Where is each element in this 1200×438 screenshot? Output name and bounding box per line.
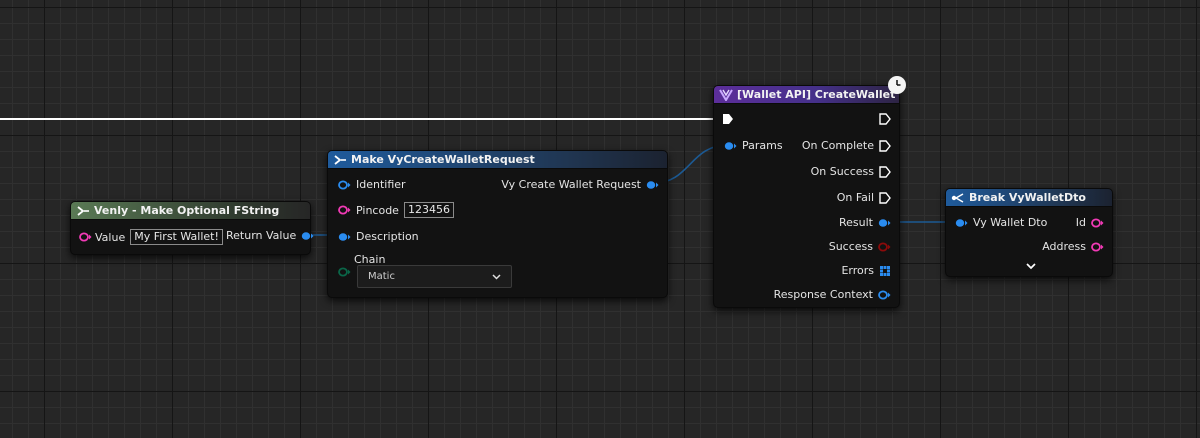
make-create-wallet-request-node[interactable]: Make VyCreateWalletRequest Identifier Pi… (327, 150, 668, 298)
pincode-text-field[interactable]: 123456 (403, 202, 454, 218)
function-icon (334, 154, 346, 165)
string-input-pin[interactable] (79, 232, 92, 242)
clock-icon (888, 76, 906, 94)
address-label: Address (1042, 240, 1086, 253)
return-value-label: Return Value (226, 229, 297, 242)
node-header[interactable]: Make VyCreateWalletRequest (328, 151, 667, 169)
response-context-label: Response Context (773, 288, 873, 301)
node-title: Make VyCreateWalletRequest (351, 153, 535, 166)
struct-input-pin[interactable] (955, 218, 968, 228)
struct-input-pin[interactable] (724, 141, 737, 151)
struct-input-pin[interactable] (338, 232, 351, 242)
on-fail-label: On Fail (836, 191, 874, 204)
chain-selected-value: Matic (368, 271, 395, 282)
node-title: Venly - Make Optional FString (94, 204, 280, 217)
bool-output-pin[interactable] (878, 242, 891, 252)
string-output-pin[interactable] (1091, 242, 1104, 252)
node-header[interactable]: [Wallet API] CreateWallet (714, 86, 899, 104)
node-title: Break VyWalletDto (969, 191, 1086, 204)
success-label: Success (828, 240, 873, 253)
chevron-down-icon (492, 273, 501, 280)
exec-input-pin[interactable] (722, 113, 734, 125)
exec-output-pin[interactable] (879, 139, 891, 152)
id-label: Id (1075, 216, 1086, 229)
node-header[interactable]: Venly - Make Optional FString (71, 202, 310, 220)
break-wallet-dto-node[interactable]: Break VyWalletDto Vy Wallet Dto Id Addre… (945, 188, 1113, 277)
break-struct-icon (951, 192, 964, 203)
identifier-label: Identifier (356, 178, 406, 191)
array-output-pin[interactable] (879, 265, 891, 277)
struct-input-pin[interactable] (338, 180, 351, 190)
struct-output-pin[interactable] (878, 290, 891, 300)
create-wallet-node[interactable]: [Wallet API] CreateWallet Params On Comp… (713, 85, 900, 308)
exec-output-pin[interactable] (879, 191, 891, 204)
venly-logo-icon (719, 88, 733, 101)
struct-output-pin[interactable] (301, 231, 314, 241)
chevron-down-icon[interactable] (1026, 263, 1036, 270)
string-input-pin[interactable] (338, 205, 351, 215)
exec-output-pin[interactable] (879, 113, 891, 125)
node-header[interactable]: Break VyWalletDto (946, 189, 1112, 207)
make-optional-fstring-node[interactable]: Venly - Make Optional FString Value My F… (70, 201, 314, 255)
on-complete-label: On Complete (801, 139, 874, 152)
clock-hands (896, 80, 901, 86)
value-label: Value (95, 230, 126, 244)
description-label: Description (356, 230, 419, 243)
function-icon (77, 205, 89, 216)
string-output-pin[interactable] (1091, 218, 1104, 228)
errors-label: Errors (841, 264, 874, 277)
result-label: Result (839, 216, 873, 229)
on-success-label: On Success (810, 165, 874, 178)
struct-output-pin[interactable] (878, 218, 891, 228)
struct-output-pin[interactable] (646, 180, 659, 190)
wallet-dto-label: Vy Wallet Dto (973, 216, 1048, 229)
params-label: Params (742, 139, 783, 152)
pincode-label: Pincode (356, 203, 399, 217)
request-output-label: Vy Create Wallet Request (501, 178, 641, 191)
exec-output-pin[interactable] (879, 165, 891, 178)
node-title: [Wallet API] CreateWallet (737, 88, 896, 101)
value-text-field[interactable]: My First Wallet! (130, 229, 223, 245)
chain-dropdown[interactable]: Matic (357, 265, 512, 288)
enum-input-pin[interactable] (338, 267, 351, 277)
